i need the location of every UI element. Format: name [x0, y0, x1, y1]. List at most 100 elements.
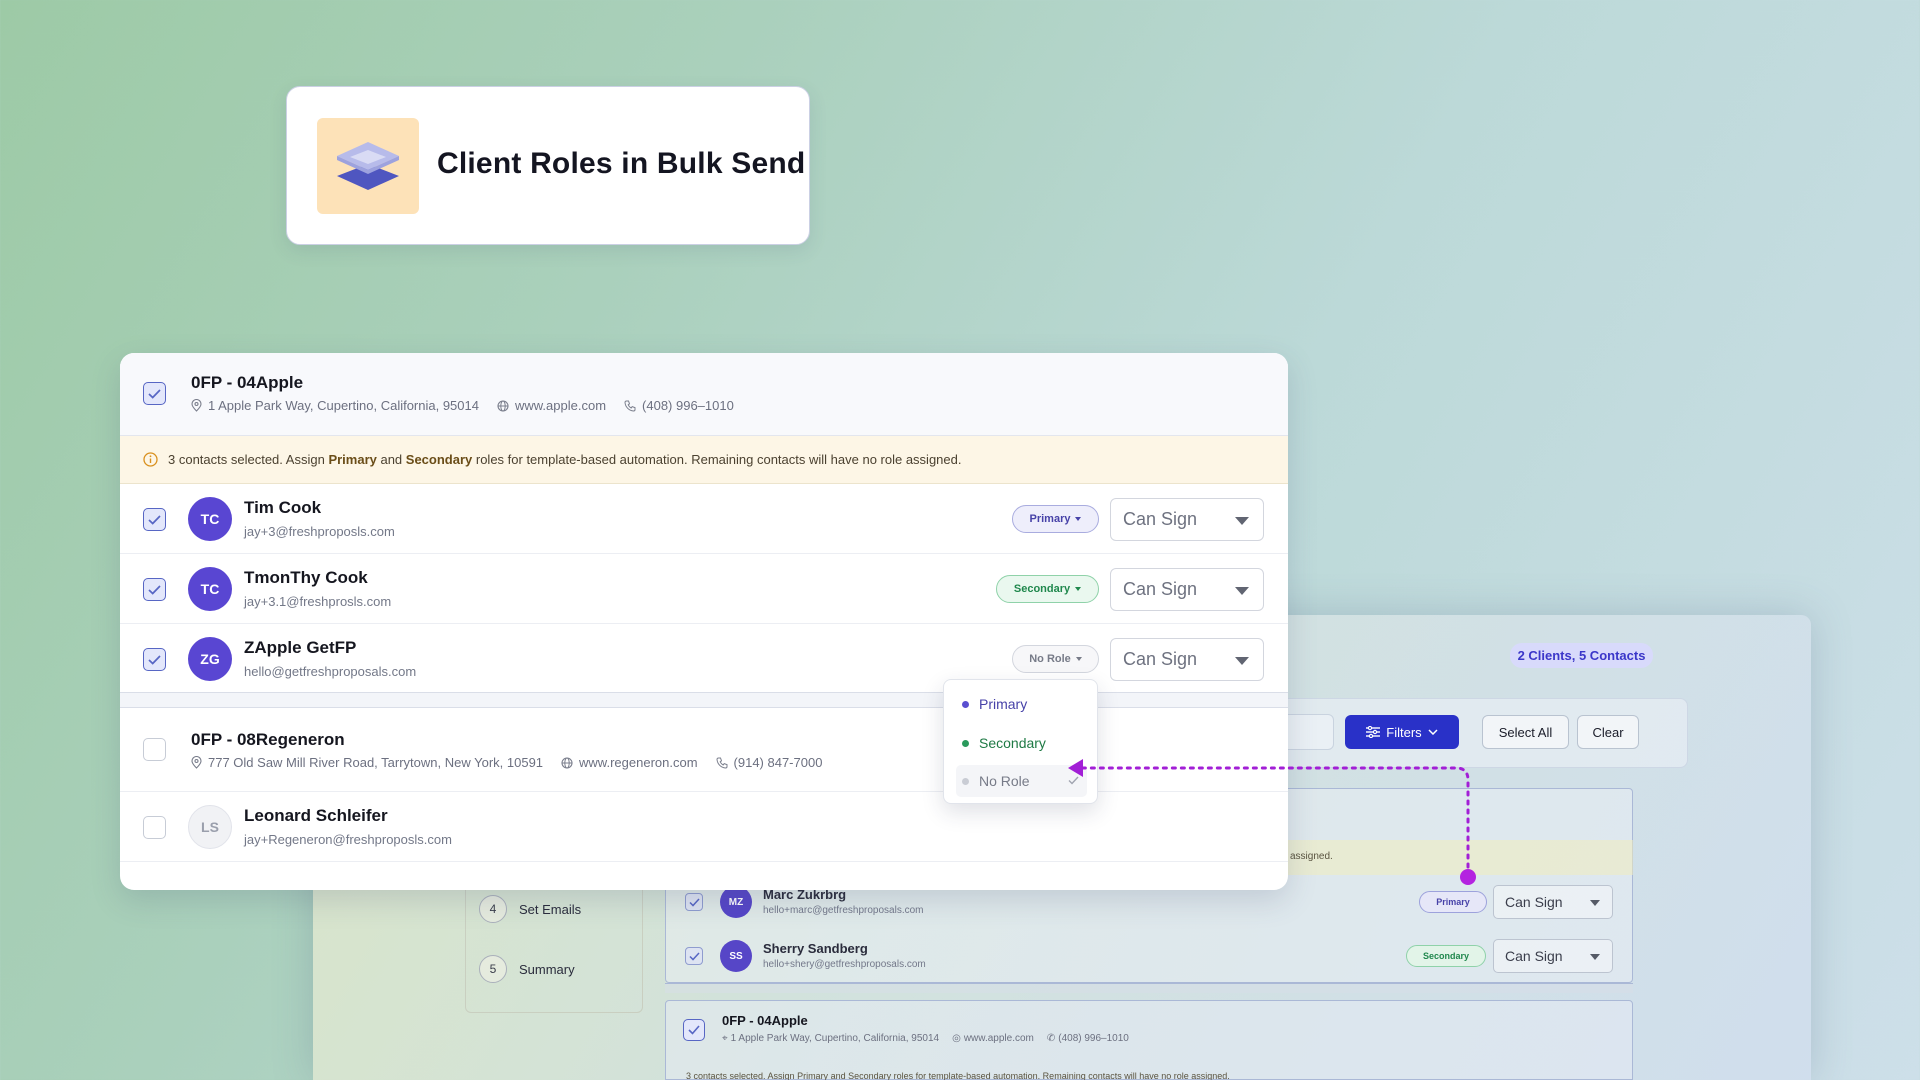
contact-checkbox[interactable]	[143, 508, 166, 531]
client-phone: (408) 996–1010	[642, 398, 734, 413]
chevron-down-icon	[1428, 729, 1438, 735]
status-dot-icon	[962, 777, 969, 785]
check-icon	[148, 514, 161, 525]
location-pin-icon: ⌖	[722, 1033, 728, 1044]
client-header: 0FP - 08Regeneron 777 Old Saw Mill River…	[120, 708, 1288, 792]
contact-checkbox[interactable]	[143, 648, 166, 671]
globe-icon	[497, 399, 509, 412]
bulk-send-contacts-card: 0FP - 04Apple 1 Apple Park Way, Cupertin…	[120, 353, 1288, 890]
step-number: 5	[479, 955, 507, 983]
layers-logo-icon	[317, 118, 419, 214]
filter-sliders-icon	[1366, 726, 1381, 738]
contact-checkbox[interactable]	[143, 578, 166, 601]
role-notice-banner: 3 contacts selected. Assign Primary and …	[120, 436, 1288, 484]
client-name: 0FP - 04Apple	[191, 373, 304, 392]
phone-icon	[624, 400, 636, 412]
client-header: 0FP - 04Apple 1 Apple Park Way, Cupertin…	[120, 353, 1288, 436]
avatar: MZ	[720, 886, 752, 918]
location-pin-icon	[191, 399, 202, 412]
chevron-down-icon	[1075, 517, 1082, 521]
table-row[interactable]: ZG ZApple GetFP hello@getfreshproposals.…	[120, 624, 1288, 692]
contact-email: hello+marc@getfreshproposals.com	[763, 905, 924, 916]
location-pin-icon	[191, 756, 202, 769]
chevron-down-icon	[1590, 900, 1600, 906]
permission-label: Can Sign	[1123, 649, 1198, 669]
permission-select[interactable]: Can Sign	[1493, 939, 1613, 973]
client-address: 1 Apple Park Way, Cupertino, California,…	[730, 1033, 940, 1044]
avatar: ZG	[188, 637, 232, 681]
bg-notice-text: assigned.	[1290, 851, 1333, 862]
client-website[interactable]: www.apple.com	[515, 398, 606, 413]
contact-email: jay+Regeneron@freshproposls.com	[244, 832, 452, 847]
check-icon	[148, 388, 161, 399]
filters-label: Filters	[1386, 724, 1422, 740]
role-pill-secondary[interactable]: Secondary	[1406, 945, 1486, 967]
client-phone: (914) 847-7000	[733, 755, 823, 770]
permission-label: Can Sign	[1505, 948, 1563, 964]
table-row[interactable]: TC TmonThy Cook jay+3.1@freshprosls.com …	[120, 554, 1288, 624]
role-option-primary[interactable]: Primary	[956, 688, 1087, 720]
chevron-down-icon	[1235, 517, 1249, 525]
check-icon	[148, 584, 161, 595]
client-address: 777 Old Saw Mill River Road, Tarrytown, …	[208, 755, 544, 770]
step-label: Summary	[519, 961, 575, 977]
role-option-no-role[interactable]: No Role	[956, 765, 1087, 797]
role-label: Secondary	[1013, 583, 1071, 595]
permission-label: Can Sign	[1123, 579, 1198, 599]
clear-button[interactable]: Clear	[1577, 715, 1639, 749]
contact-checkbox[interactable]	[143, 816, 166, 839]
option-label: Primary	[979, 696, 1028, 712]
step-set-emails[interactable]: 4 Set Emails	[479, 895, 581, 923]
table-row[interactable]: SS Sherry Sandberg hello+shery@getfreshp…	[665, 931, 1633, 983]
check-icon	[688, 951, 700, 961]
contact-email: hello@getfreshproposals.com	[244, 664, 417, 679]
permission-select[interactable]: Can Sign	[1110, 638, 1264, 681]
client-checkbox[interactable]	[683, 1019, 705, 1041]
chevron-down-icon	[1075, 587, 1082, 591]
avatar: TC	[188, 497, 232, 541]
client-website[interactable]: www.regeneron.com	[579, 755, 698, 770]
select-all-button[interactable]: Select All	[1482, 715, 1569, 749]
chevron-down-icon	[1235, 657, 1249, 665]
filters-button[interactable]: Filters	[1345, 715, 1459, 749]
client-group-divider	[120, 692, 1288, 708]
avatar: TC	[188, 567, 232, 611]
client-meta: 1 Apple Park Way, Cupertino, California,…	[191, 398, 734, 413]
role-pill-secondary[interactable]: Secondary	[996, 575, 1099, 603]
contact-email: jay+3.1@freshprosls.com	[244, 594, 392, 609]
notice-text: 3 contacts selected. Assign Primary and …	[168, 452, 962, 467]
check-icon	[1068, 776, 1079, 785]
role-option-secondary[interactable]: Secondary	[956, 727, 1087, 759]
option-label: Secondary	[979, 735, 1046, 751]
contact-checkbox[interactable]	[685, 893, 703, 911]
page-title: Client Roles in Bulk Send	[437, 147, 806, 180]
chevron-down-icon	[1075, 657, 1082, 661]
permission-select[interactable]: Can Sign	[1110, 568, 1264, 611]
permission-select[interactable]: Can Sign	[1493, 885, 1613, 919]
step-label: Set Emails	[519, 901, 582, 917]
client-website: www.apple.com	[963, 1033, 1034, 1044]
client-name: 0FP - 04Apple	[722, 1013, 808, 1028]
role-label: Primary	[1029, 513, 1071, 525]
client-checkbox[interactable]	[143, 382, 166, 405]
status-dot-icon	[962, 700, 969, 708]
avatar: LS	[188, 805, 232, 849]
table-row[interactable]: LS Leonard Schleifer jay+Regeneron@fresh…	[120, 792, 1288, 862]
permission-label: Can Sign	[1505, 894, 1563, 910]
table-row[interactable]: TC Tim Cook jay+3@freshproposls.com Prim…	[120, 484, 1288, 554]
step-summary[interactable]: 5 Summary	[479, 955, 575, 983]
step-number: 4	[479, 895, 507, 923]
role-pill-primary[interactable]: Primary	[1012, 505, 1099, 533]
check-icon	[688, 1025, 700, 1035]
avatar: SS	[720, 940, 752, 972]
contact-checkbox[interactable]	[685, 947, 703, 965]
permission-select[interactable]: Can Sign	[1110, 498, 1264, 541]
role-pill-primary[interactable]: Primary	[1419, 891, 1487, 913]
client-phone: (408) 996–1010	[1058, 1033, 1129, 1044]
steps-panel	[465, 870, 643, 1013]
phone-icon	[716, 757, 728, 769]
bg-divider	[665, 983, 1633, 993]
client-checkbox[interactable]	[143, 738, 166, 761]
phone-icon: ✆	[1046, 1033, 1056, 1044]
role-pill-no-role[interactable]: No Role	[1012, 645, 1099, 673]
